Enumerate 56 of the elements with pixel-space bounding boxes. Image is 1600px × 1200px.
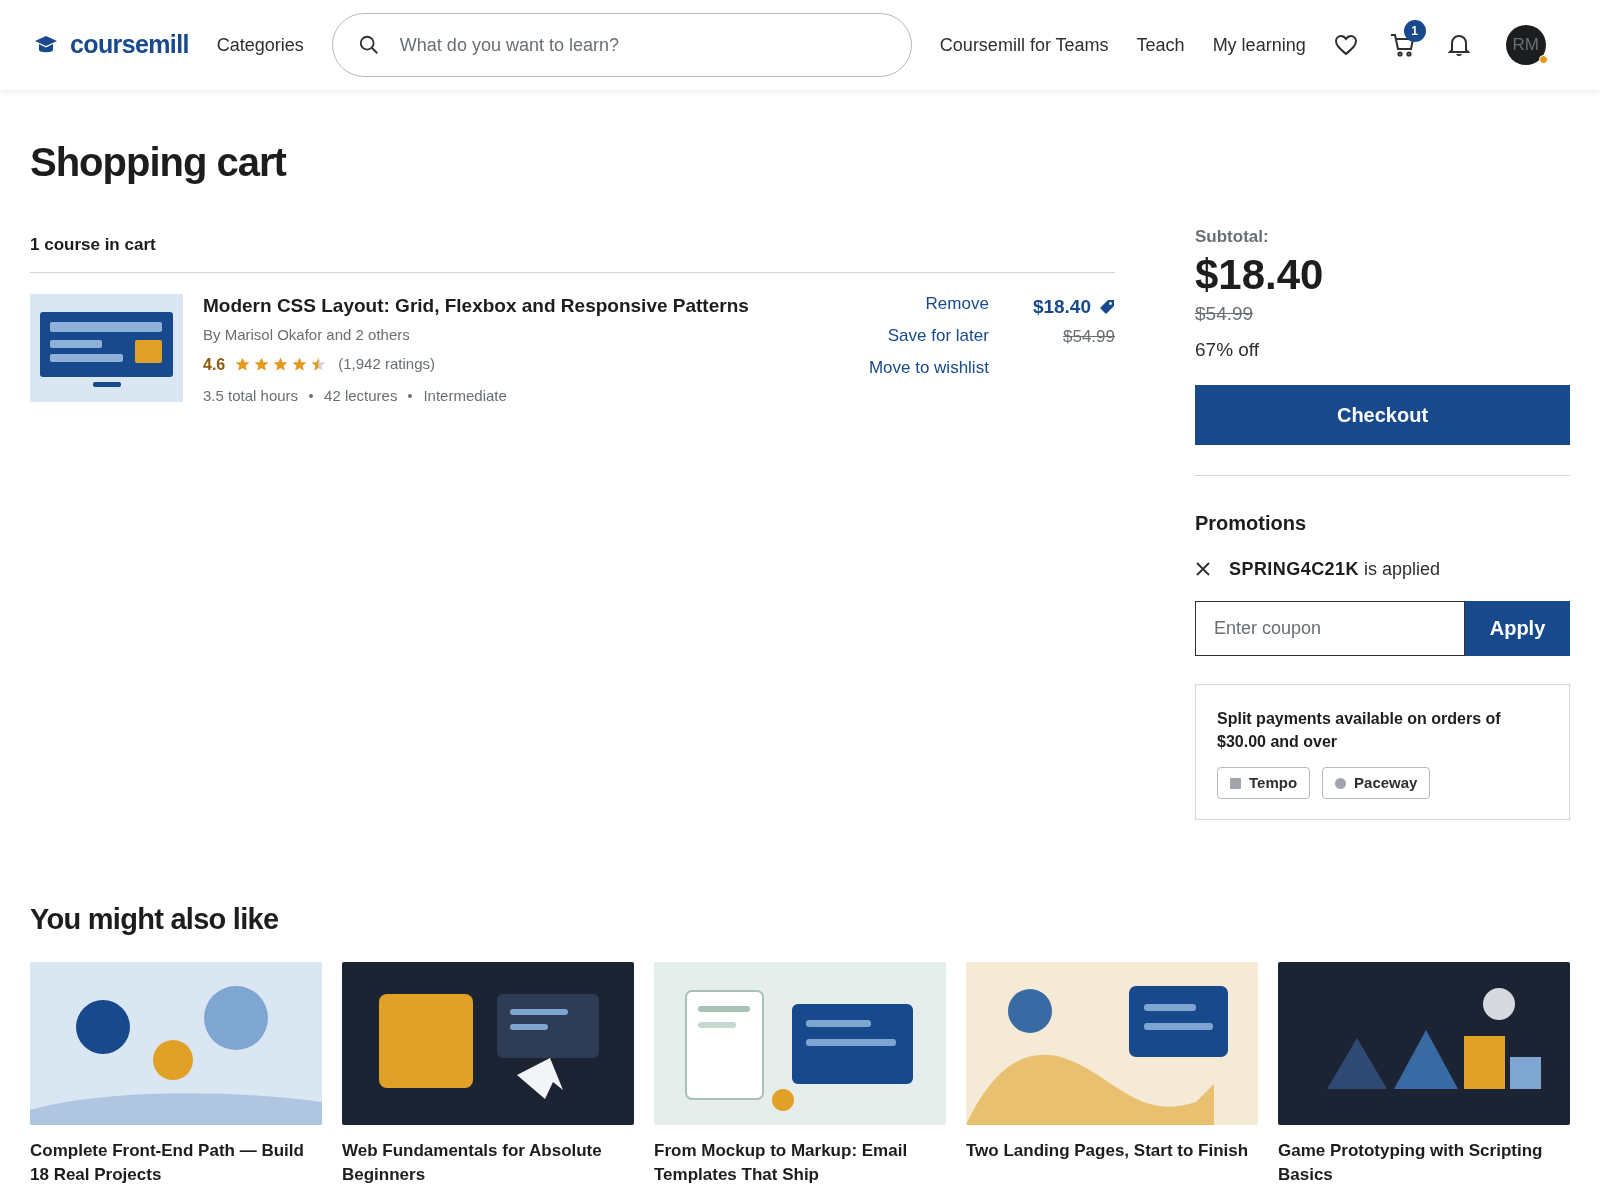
action-link[interactable]: Save for later — [887, 323, 989, 348]
provider-icon — [1230, 777, 1241, 789]
provider-icon — [1335, 777, 1347, 789]
tag-icon — [1099, 298, 1115, 315]
cart-count-badge: 1 — [1403, 20, 1426, 42]
close-icon[interactable] — [1195, 561, 1211, 578]
nav-link[interactable]: Coursemill for Teams — [939, 31, 1109, 59]
star-icon — [254, 357, 270, 373]
applied-coupon-text: SPRING4C21K is applied — [1229, 557, 1441, 581]
heart-icon[interactable] — [1333, 34, 1358, 56]
search-field[interactable]: What do you want to learn? — [331, 13, 912, 77]
page-title: Shopping cart — [30, 140, 288, 184]
cart-count-label: 1 course in cart — [30, 232, 1115, 273]
promotions-title: Promotions — [1195, 510, 1308, 536]
star-icon — [311, 357, 327, 373]
section-title: You might also like — [30, 902, 280, 938]
action-link[interactable]: Move to wishlist — [868, 355, 989, 380]
action-link[interactable]: Remove — [925, 291, 989, 316]
bell-icon[interactable] — [1447, 33, 1470, 57]
course-illustration[interactable] — [966, 961, 1258, 1125]
payment-provider-button[interactable]: Tempo — [1217, 767, 1311, 800]
apply-button[interactable]: Apply — [1465, 600, 1570, 656]
rating-value: 4.6 — [203, 354, 226, 375]
course-title[interactable]: Complete Front-End Path — Build 18 Real Projects — [30, 1138, 322, 1187]
author-text: By Marisol Okafor and 2 others — [203, 325, 411, 346]
nav-link[interactable]: Teach — [1136, 31, 1185, 59]
course-title[interactable]: Modern CSS Layout: Grid, Flexbox and Responsive Patterns — [203, 293, 869, 319]
star-icon — [235, 357, 251, 373]
search-icon — [357, 34, 380, 56]
course-illustration[interactable] — [654, 961, 946, 1125]
course-price: $18.40 — [1032, 294, 1091, 319]
discount-text: 67% off — [1195, 338, 1261, 363]
course-illustration[interactable] — [1278, 961, 1570, 1125]
nav-link[interactable]: My learning — [1212, 31, 1306, 59]
course-title[interactable]: Two Landing Pages, Start to Finish — [966, 1138, 1258, 1163]
course-meta: 3.5 total hours — [203, 385, 299, 406]
course-title[interactable]: From Mockup to Markup: Email Templates That Ship — [654, 1138, 946, 1187]
course-illustration[interactable] — [30, 961, 322, 1125]
star-icon — [292, 357, 308, 373]
course-meta: 42 lectures — [324, 385, 398, 406]
checkout-button[interactable]: Checkout — [1195, 384, 1570, 445]
course-meta: Intermediate — [423, 385, 507, 406]
subtotal-price: $18.40 — [1195, 249, 1325, 300]
ratings-count: (1,942 ratings) — [338, 354, 435, 375]
original-price: $54.99 — [1195, 301, 1255, 326]
coupon-field[interactable]: Enter coupon — [1195, 600, 1465, 656]
nav-link[interactable]: Categories — [216, 31, 304, 59]
payment-provider-button[interactable]: Paceway — [1322, 767, 1431, 800]
course-illustration[interactable] — [342, 961, 634, 1125]
star-icon — [273, 357, 289, 373]
course-title[interactable]: Web Fundamentals for Absolute Beginners — [342, 1138, 634, 1187]
logo[interactable]: coursemill — [70, 26, 189, 64]
original-price: $54.99 — [1063, 326, 1115, 348]
split-payment-text: Split payments available on orders of $30.00 and over — [1217, 708, 1502, 753]
subtotal-label: Subtotal: — [1195, 226, 1270, 248]
course-title[interactable]: Game Prototyping with Scripting Basics — [1278, 1138, 1570, 1187]
